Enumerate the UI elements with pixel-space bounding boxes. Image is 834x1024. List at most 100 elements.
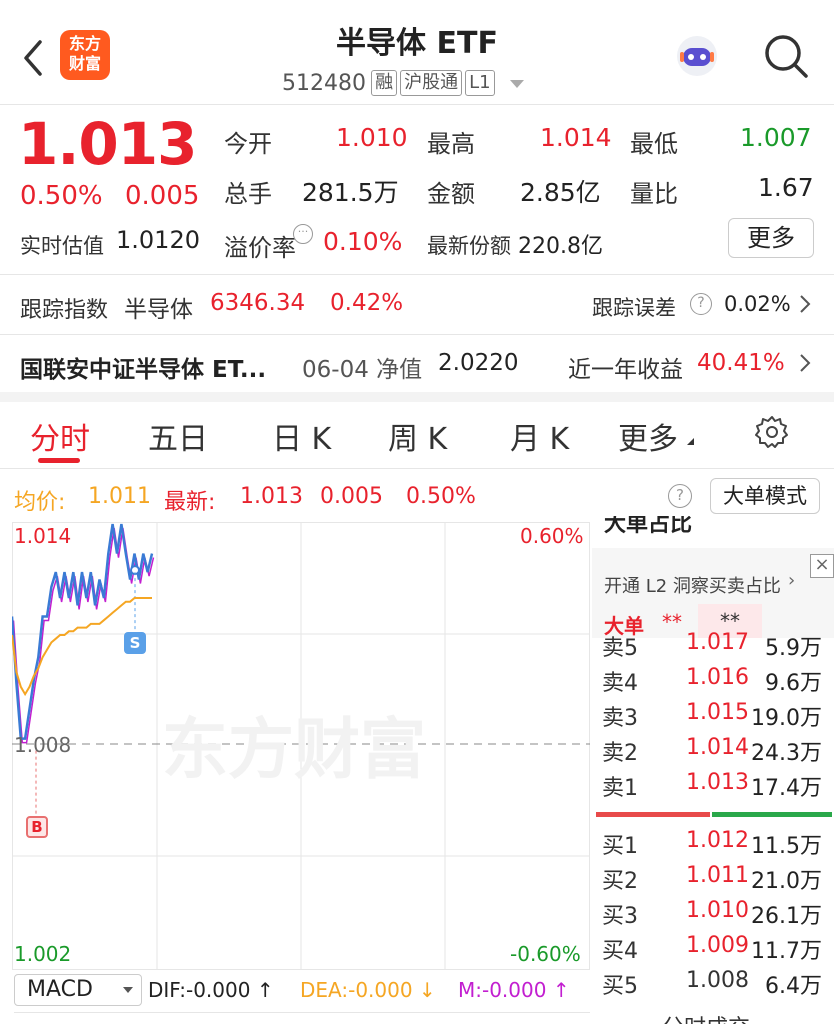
more-button[interactable]: 更多 — [728, 218, 814, 258]
section-divider — [0, 392, 834, 402]
nav-label: 06-04 净值 — [302, 357, 423, 383]
buy-level-volume: 6.4万 — [765, 974, 822, 999]
volume-value: 281.5万 — [302, 178, 399, 207]
buy-level-3[interactable]: 买3 1.010 26.1万 — [602, 898, 834, 933]
buy-level-label: 买2 — [602, 869, 638, 894]
tab-intraday[interactable]: 分时 — [30, 414, 90, 458]
iopv-label: 实时估值 — [20, 234, 104, 258]
bid-ratio-segment — [712, 812, 832, 817]
buy-level-label: 买5 — [602, 974, 638, 999]
chart-watermark: 东方财富 — [162, 711, 426, 788]
big-order-ratio-title: 大单占比 — [604, 516, 693, 537]
sell-level-label: 卖2 — [602, 741, 638, 766]
search-icon[interactable] — [762, 32, 810, 80]
macd-dea: DEA:-0.000 ↓ — [300, 978, 436, 1002]
sell-level-label: 卖1 — [602, 776, 638, 801]
sell-level-price: 1.013 — [686, 770, 749, 795]
buy-marker[interactable]: B — [26, 816, 48, 838]
buy-level-4[interactable]: 买4 1.009 11.7万 — [602, 933, 834, 968]
last-change: 0.005 — [320, 484, 383, 509]
settings-gear-icon[interactable] — [754, 414, 790, 450]
buy-level-price: 1.010 — [686, 898, 749, 923]
big-order-mode-button[interactable]: 大单模式 — [710, 478, 820, 514]
annual-return-label: 近一年收益 — [568, 357, 683, 383]
tracking-error-value: 0.02% — [724, 292, 791, 316]
avg-price-value: 1.011 — [88, 484, 151, 509]
buy-level-volume: 11.7万 — [751, 939, 822, 964]
sell-level-volume: 24.3万 — [751, 741, 822, 766]
tag-connect: 沪股通 — [400, 70, 463, 96]
buy-level-1[interactable]: 买1 1.012 11.5万 — [602, 828, 834, 863]
tab-monthly-k[interactable]: 月 K — [510, 414, 569, 458]
tracking-index-value: 6346.34 — [210, 290, 306, 316]
info-dots-icon[interactable]: ··· — [293, 224, 313, 244]
sell-level-volume: 19.0万 — [751, 706, 822, 731]
buy-level-volume: 11.5万 — [751, 834, 822, 859]
chevron-right-icon[interactable] — [798, 353, 812, 373]
macd-selector[interactable]: MACD — [14, 974, 142, 1006]
buy-level-price: 1.011 — [686, 863, 749, 888]
chevron-down-icon[interactable] — [509, 79, 524, 88]
l2-upgrade-banner[interactable]: 开通 L2 洞察买卖占比 › × 大单 ** ** — [592, 548, 834, 638]
robot-assistant-icon[interactable] — [672, 32, 722, 80]
l2-link[interactable]: 开通 L2 洞察买卖占比 — [604, 572, 781, 598]
sell-level-label: 卖5 — [602, 636, 638, 661]
sell-level-2[interactable]: 卖2 1.014 24.3万 — [602, 735, 834, 770]
tab-more[interactable]: 更多 — [618, 414, 678, 458]
last-price: 1.013 — [18, 110, 197, 178]
sell-level-label: 卖4 — [602, 671, 638, 696]
tab-daily-k[interactable]: 日 K — [272, 414, 331, 458]
axis-bottom-pct: -0.60% — [510, 942, 581, 966]
amount-value: 2.85亿 — [520, 178, 601, 207]
change-percent: 0.50% — [20, 181, 103, 211]
stock-code-row: 512480 融沪股通 L1 — [282, 70, 524, 98]
fund-name[interactable]: 国联安中证半导体 ET... — [20, 350, 266, 384]
tab-five-day[interactable]: 五日 — [148, 414, 208, 458]
buy-level-label: 买3 — [602, 904, 638, 929]
ask-ratio-segment — [596, 812, 710, 817]
sell-level-price: 1.015 — [686, 700, 749, 725]
sell-level-volume: 9.6万 — [765, 671, 822, 696]
high-value: 1.014 — [540, 123, 612, 152]
help-icon[interactable]: ? — [690, 293, 712, 315]
axis-bottom-price: 1.002 — [14, 942, 72, 966]
buy-level-2[interactable]: 买2 1.011 21.0万 — [602, 863, 834, 898]
tracking-label: 跟踪指数 — [20, 298, 109, 323]
buy-level-volume: 21.0万 — [751, 869, 822, 894]
sell-level-price: 1.016 — [686, 665, 749, 690]
chevron-right-icon[interactable] — [798, 294, 812, 314]
macd-chart-edge — [14, 1012, 590, 1024]
premium-label: 溢价率 — [224, 234, 296, 262]
close-icon[interactable]: × — [810, 554, 834, 578]
avg-price-label: 均价: — [14, 490, 66, 515]
open-label: 今开 — [224, 130, 272, 158]
tab-active-indicator — [38, 458, 80, 463]
intraday-chart[interactable]: 东方财富 — [12, 522, 590, 970]
macd-selector-label: MACD — [27, 977, 93, 1002]
buy-level-5[interactable]: 买5 1.008 6.4万 — [602, 968, 834, 1003]
chevron-right-icon: › — [788, 570, 796, 591]
trade-detail-tab[interactable]: 分时成交 — [662, 1010, 750, 1024]
help-icon[interactable]: ? — [668, 484, 692, 508]
low-label: 最低 — [630, 130, 678, 158]
tab-weekly-k[interactable]: 周 K — [388, 414, 447, 458]
amount-label: 金额 — [427, 180, 475, 208]
sell-level-4[interactable]: 卖4 1.016 9.6万 — [602, 665, 834, 700]
sell-marker[interactable]: S — [124, 632, 146, 654]
tracking-error-label: 跟踪误差 — [592, 296, 676, 320]
bid-ask-ratio-bar — [596, 812, 832, 817]
buy-level-volume: 26.1万 — [751, 904, 822, 929]
sell-level-price: 1.014 — [686, 735, 749, 760]
corner-triangle-icon — [687, 438, 694, 445]
sell-level-5[interactable]: 卖5 1.017 5.9万 — [602, 630, 834, 665]
volume-label: 总手 — [224, 180, 272, 208]
axis-mid-price: 1.008 — [14, 733, 72, 757]
buy-level-price: 1.012 — [686, 828, 749, 853]
buy-level-price: 1.009 — [686, 933, 749, 958]
sell-level-3[interactable]: 卖3 1.015 19.0万 — [602, 700, 834, 735]
sell-level-1[interactable]: 卖1 1.013 17.4万 — [602, 770, 834, 805]
macd-m: M:-0.000 ↑ — [458, 978, 570, 1002]
tracking-index-name[interactable]: 半导体 — [124, 290, 193, 324]
open-value: 1.010 — [336, 123, 408, 152]
tracking-index-pct: 0.42% — [330, 290, 404, 316]
